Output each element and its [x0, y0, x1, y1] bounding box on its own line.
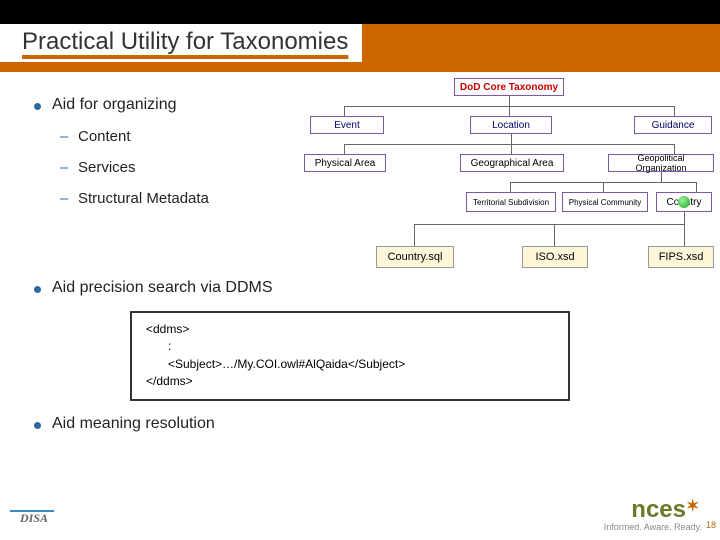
leaf-fips-xsd: FIPS.xsd	[648, 246, 714, 268]
bullet-text: Aid for organizing	[52, 96, 177, 113]
leaf-country-sql: Country.sql	[376, 246, 454, 268]
code-close: </ddms>	[146, 373, 554, 390]
footer: DISA nces Informed. Aware. Ready. 18	[0, 490, 720, 534]
slide-title: Practical Utility for Taxonomies	[0, 24, 362, 62]
box-event: Event	[310, 116, 384, 134]
burst-icon	[686, 498, 702, 514]
box-geopol-org: Geopolitical Organization	[608, 154, 714, 172]
taxonomy-diagram: DoD Core Taxonomy Event Location Guidanc…	[294, 78, 714, 288]
bullet-meaning: Aid meaning resolution	[30, 415, 690, 433]
highlight-dot	[678, 196, 690, 208]
nces-logo: nces	[631, 496, 702, 524]
nces-tagline: Informed. Aware. Ready.	[604, 522, 702, 532]
box-physical-area: Physical Area	[304, 154, 386, 172]
box-guidance: Guidance	[634, 116, 712, 134]
box-geo-area: Geographical Area	[460, 154, 564, 172]
box-phys-community: Physical Community	[562, 192, 648, 212]
page-number: 18	[706, 520, 716, 530]
title-band: Practical Utility for Taxonomies	[0, 24, 720, 72]
code-colon: :	[146, 338, 554, 355]
box-location: Location	[470, 116, 552, 134]
top-stripe	[0, 0, 720, 24]
nces-logo-wrap: nces Informed. Aware. Ready.	[604, 496, 702, 532]
nces-text: nces	[631, 496, 686, 523]
disa-logo: DISA	[20, 511, 48, 526]
leaf-iso-xsd: ISO.xsd	[522, 246, 588, 268]
box-root: DoD Core Taxonomy	[454, 78, 564, 96]
code-open: <ddms>	[146, 321, 554, 338]
ddms-code-box: <ddms> : <Subject>…/My.COI.owl#AlQaida</…	[130, 311, 570, 401]
bullet-text: Aid meaning resolution	[52, 415, 215, 432]
code-subject: <Subject>…/My.COI.owl#AlQaida</Subject>	[146, 356, 554, 373]
box-territorial: Territorial Subdivision	[466, 192, 556, 212]
bullet-text: Aid precision search via DDMS	[52, 279, 273, 296]
